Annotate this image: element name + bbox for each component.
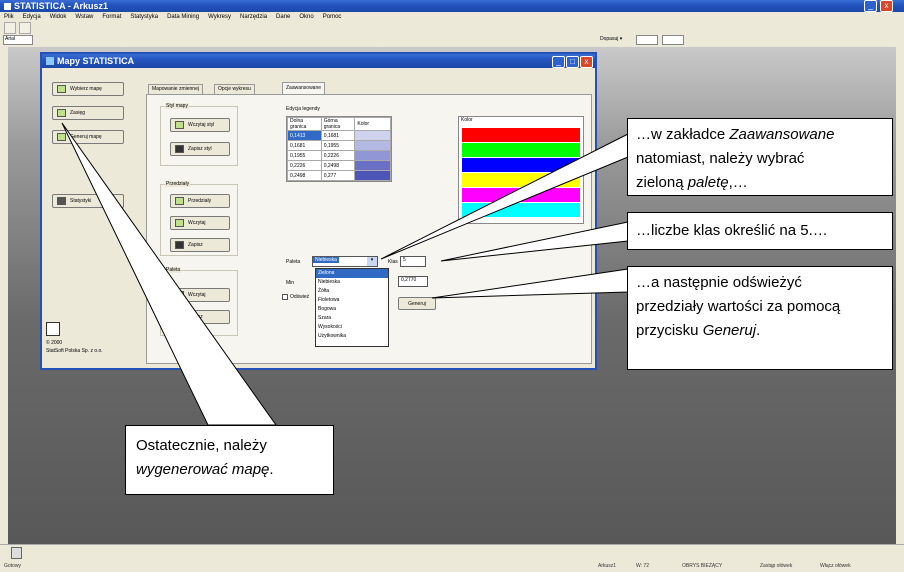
pointer-classes <box>440 221 629 262</box>
pointer-generate-map <box>61 122 277 426</box>
pointer-generate <box>431 268 629 299</box>
callout-classes: …liczbe klas określić na 5.… <box>627 212 893 250</box>
callout-advanced-tab: …w zakładce Zaawansowane natomiast, nale… <box>627 118 893 196</box>
callout-generate: …a następnie odświeżyć przedziały wartoś… <box>627 266 893 370</box>
callout-generate-map: Ostatecznie, należy wygenerować mapę. <box>125 425 334 495</box>
